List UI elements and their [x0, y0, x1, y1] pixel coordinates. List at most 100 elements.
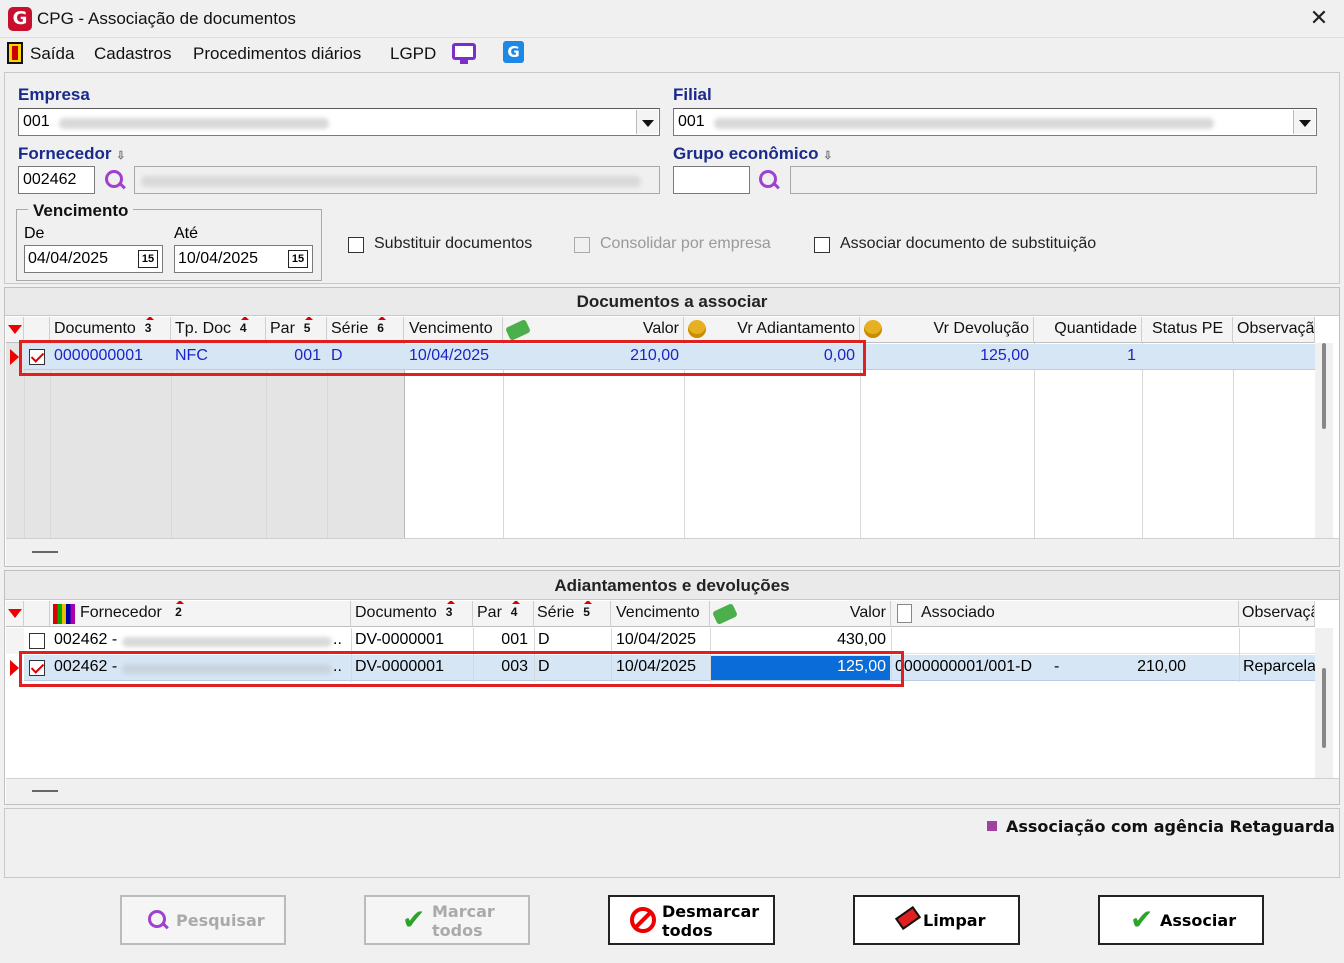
menu-lgpd[interactable]: LGPD — [390, 44, 436, 64]
grid-footer — [6, 538, 1339, 566]
check-icon: ✔ — [402, 903, 426, 936]
calendar-icon[interactable]: 15 — [138, 250, 158, 268]
vertical-scrollbar[interactable] — [1315, 628, 1333, 778]
sort-desc-icon — [8, 609, 22, 618]
menu-cadastros[interactable]: Cadastros — [94, 44, 171, 64]
col-vr-devolucao-header[interactable]: Vr Devolução — [860, 317, 1034, 343]
consolidar-label: Consolidar por empresa — [600, 235, 771, 252]
monitor-icon[interactable] — [452, 43, 476, 64]
legend-text: Associação com agência Retaguarda — [1006, 817, 1335, 836]
col-observacao-header[interactable]: Observaçã — [1233, 317, 1315, 343]
legend-color-swatch — [987, 821, 997, 831]
fornecedor-label: Fornecedor ⇩ — [18, 144, 126, 163]
indicator-header — [6, 601, 24, 627]
col-divider — [1034, 343, 1035, 538]
cell-quantidade: 1 — [1127, 347, 1136, 364]
cell-observacao: Reparcela — [1243, 658, 1315, 675]
cell-serie: D — [538, 631, 550, 648]
de-label: De — [24, 225, 45, 242]
cell-fornecedor: 002462 - — [54, 631, 118, 648]
col-par-header[interactable]: Par 4 — [473, 601, 534, 627]
substituir-label: Substituir documentos — [374, 235, 533, 252]
cell-associado-valor: 210,00 — [1137, 658, 1186, 675]
vertical-scrollbar[interactable] — [1315, 343, 1333, 538]
current-row-icon — [10, 660, 19, 676]
cell-vencimento: 10/04/2025 — [616, 631, 697, 648]
search-icon — [147, 909, 169, 931]
crayons-icon — [53, 604, 75, 624]
menu-saida[interactable]: Saída — [30, 44, 74, 64]
grupo-code-input[interactable] — [673, 166, 750, 194]
calendar-icon[interactable]: 15 — [288, 250, 308, 268]
chevron-down-icon[interactable] — [636, 110, 658, 134]
col-divider — [1233, 343, 1234, 538]
col-observacao-header[interactable]: Observaçã — [1239, 601, 1315, 627]
close-icon[interactable]: ✕ — [1304, 4, 1334, 34]
cell-documento: DV-0000001 — [355, 631, 444, 648]
cell-par: 001 — [501, 631, 528, 648]
col-quantidade-header[interactable]: Quantidade — [1034, 317, 1142, 343]
eraser-icon — [894, 905, 922, 931]
ate-date-input[interactable]: 10/04/2025 15 — [174, 245, 313, 273]
exit-door-icon[interactable] — [7, 42, 23, 64]
col-vencimento-header[interactable]: Vencimento — [611, 601, 710, 627]
row-checkbox[interactable] — [29, 633, 45, 649]
cell-associado: 0000000001/001-D — [895, 658, 1033, 675]
chevron-down-icon[interactable] — [1293, 110, 1315, 134]
consolidar-checkbox — [574, 237, 590, 253]
search-grupo-icon[interactable] — [758, 169, 780, 191]
filial-label: Filial — [673, 85, 712, 104]
col-associado-header[interactable]: Associado — [891, 601, 1239, 627]
col-valor-header[interactable]: Valor — [710, 601, 891, 627]
check-icon: ✔ — [1130, 903, 1154, 936]
highlight-box — [19, 651, 904, 687]
desmarcar-todos-button[interactable]: Desmarcar todos — [608, 895, 775, 945]
fornecedor-code-input[interactable]: 002462 — [18, 166, 95, 194]
coins-icon — [864, 320, 882, 338]
document-icon — [897, 604, 912, 623]
money-icon — [712, 603, 738, 625]
ate-date-value: 10/04/2025 — [178, 250, 259, 267]
filial-combo[interactable]: 001 — [673, 108, 1317, 136]
g-app-icon[interactable]: G — [503, 41, 524, 63]
associar-substituicao-label: Associar documento de substituição — [840, 235, 1097, 252]
col-fornecedor-header[interactable]: Fornecedor 2 — [50, 601, 351, 627]
col-serie-header[interactable]: Série 5 — [534, 601, 611, 627]
empresa-name-redacted — [59, 118, 329, 129]
search-fornecedor-icon[interactable] — [104, 169, 126, 191]
col-status-pe-header[interactable]: Status PE — [1142, 317, 1233, 343]
money-icon — [505, 319, 531, 341]
limpar-button[interactable]: Limpar — [853, 895, 1020, 945]
horizontal-scroll-thumb[interactable] — [32, 790, 58, 792]
associar-button[interactable]: ✔ Associar — [1098, 895, 1264, 945]
pesquisar-button[interactable]: Pesquisar — [120, 895, 286, 945]
associar-substituicao-checkbox[interactable] — [814, 237, 830, 253]
menu-procedimentos-diarios[interactable]: Procedimentos diários — [193, 44, 361, 64]
grupo-name-field — [790, 166, 1317, 194]
de-date-input[interactable]: 04/04/2025 15 — [24, 245, 163, 273]
highlight-box — [19, 340, 866, 376]
substituir-checkbox[interactable] — [348, 237, 364, 253]
fornecedor-name-redacted — [141, 176, 641, 187]
grupo-economico-label: Grupo econômico ⇩ — [673, 144, 833, 163]
de-date-value: 04/04/2025 — [28, 250, 109, 267]
adiantamentos-grid-title: Adiantamentos e devoluções — [554, 576, 790, 595]
col-divider — [1239, 628, 1240, 682]
horizontal-scroll-thumb[interactable] — [32, 551, 58, 553]
fornecedor-code-value: 002462 — [23, 171, 77, 188]
vencimento-title: Vencimento — [28, 201, 134, 221]
current-row-icon — [10, 349, 19, 365]
arrow-down-icon: ⇩ — [116, 150, 126, 162]
cell-valor: 430,00 — [837, 631, 886, 648]
scroll-thumb[interactable] — [1322, 668, 1326, 748]
cell-vr-devolucao: 125,00 — [980, 347, 1029, 364]
empresa-combo[interactable]: 001 — [18, 108, 660, 136]
app-logo-icon: G — [8, 7, 32, 31]
check-header[interactable] — [24, 601, 50, 627]
sort-desc-icon — [8, 325, 22, 334]
col-documento-header[interactable]: Documento 3 — [351, 601, 473, 627]
scroll-thumb[interactable] — [1322, 343, 1326, 429]
marcar-todos-button[interactable]: ✔ Marcar todos — [364, 895, 530, 945]
window-title: CPG - Associação de documentos — [37, 9, 296, 28]
filial-code: 001 — [678, 113, 705, 130]
